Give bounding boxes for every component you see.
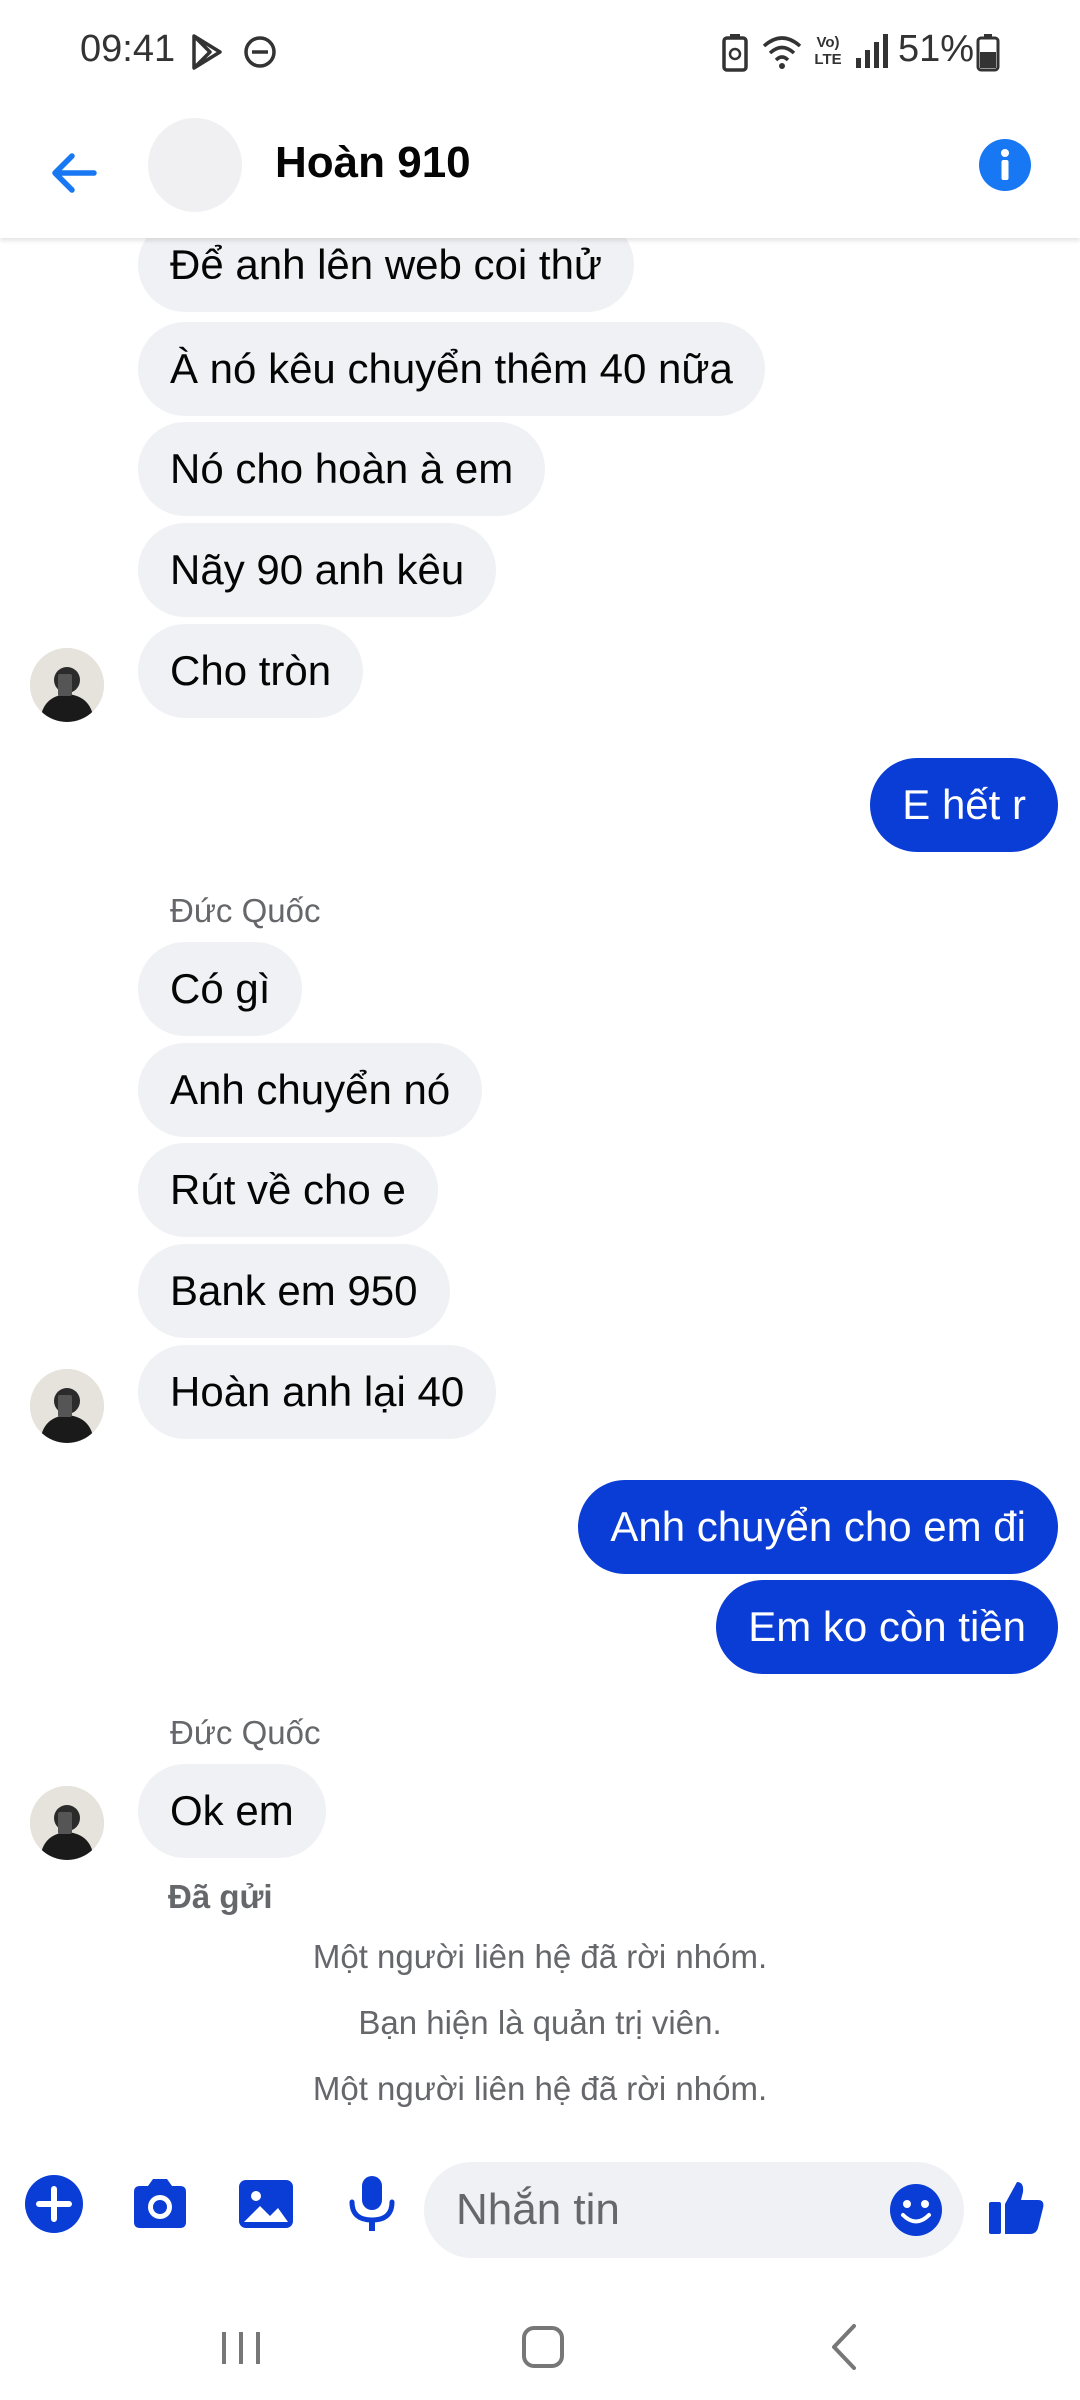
wifi-icon (760, 32, 804, 77)
thumbs-up-icon[interactable] (986, 2176, 1048, 2238)
sent-status: Đã gửi (168, 1878, 273, 1915)
system-message: Một người liên hệ đã rời nhóm. (312, 1938, 768, 1975)
system-message: Một người liên hệ đã rời nhóm. (312, 2070, 768, 2107)
status-time: 09:41 (80, 28, 176, 70)
incoming-message[interactable]: Nó cho hoàn à em (138, 422, 546, 516)
add-icon[interactable] (22, 2172, 86, 2236)
microphone-icon[interactable] (340, 2172, 404, 2236)
outgoing-message[interactable]: Em ko còn tiền (716, 1580, 1058, 1674)
emoji-icon[interactable] (888, 2182, 944, 2238)
battery-saver-icon (718, 32, 752, 77)
battery-icon (976, 32, 1000, 77)
sender-avatar[interactable] (30, 648, 104, 722)
conversation-title[interactable]: Hoàn 910 (275, 138, 471, 188)
message-input[interactable] (424, 2162, 964, 2258)
sender-avatar[interactable] (30, 1786, 104, 1860)
sender-name: Đức Quốc (170, 892, 321, 929)
incoming-message[interactable]: Ok em (138, 1764, 326, 1858)
signal-icon (854, 32, 890, 77)
incoming-message[interactable]: Hoàn anh lại 40 (138, 1345, 497, 1439)
group-avatar[interactable] (148, 118, 242, 212)
sender-name: Đức Quốc (170, 1714, 321, 1751)
system-message: Bạn hiện là quản trị viên. (358, 2004, 722, 2041)
incoming-message[interactable]: Cho tròn (138, 624, 364, 718)
system-nav-bar (0, 2292, 1080, 2400)
composer-bar (0, 2118, 1080, 2292)
chat-header: Hoàn 910 (0, 110, 1080, 238)
back-arrow-icon[interactable] (42, 140, 108, 206)
volte-icon: Vo) LTE (814, 34, 842, 68)
incoming-message[interactable]: Để anh lên web coi thử (138, 238, 635, 312)
incoming-message[interactable]: À nó kêu chuyển thêm 40 nữa (138, 322, 765, 416)
outgoing-message[interactable]: E hết r (870, 758, 1058, 852)
sender-avatar[interactable] (30, 1369, 104, 1443)
incoming-message[interactable]: Nãy 90 anh kêu (138, 523, 497, 617)
gallery-icon[interactable] (234, 2172, 298, 2236)
do-not-disturb-icon (240, 32, 280, 77)
info-icon[interactable] (978, 138, 1032, 192)
incoming-message[interactable]: Có gì (138, 942, 303, 1036)
status-bar: 09:41 Vo) LTE 51% (0, 0, 1080, 110)
incoming-message[interactable]: Rút về cho e (138, 1143, 438, 1237)
battery-percent: 51% (898, 28, 975, 70)
back-icon[interactable] (810, 2312, 880, 2382)
play-store-icon (186, 32, 226, 77)
incoming-message[interactable]: Bank em 950 (138, 1244, 450, 1338)
home-icon[interactable] (508, 2312, 578, 2382)
outgoing-message[interactable]: Anh chuyển cho em đi (578, 1480, 1058, 1574)
message-list[interactable]: Để anh lên web coi thử À nó kêu chuyển t… (0, 238, 1080, 2118)
recent-apps-icon[interactable] (206, 2312, 276, 2382)
incoming-message[interactable]: Anh chuyển nó (138, 1043, 483, 1137)
camera-icon[interactable] (128, 2172, 192, 2236)
